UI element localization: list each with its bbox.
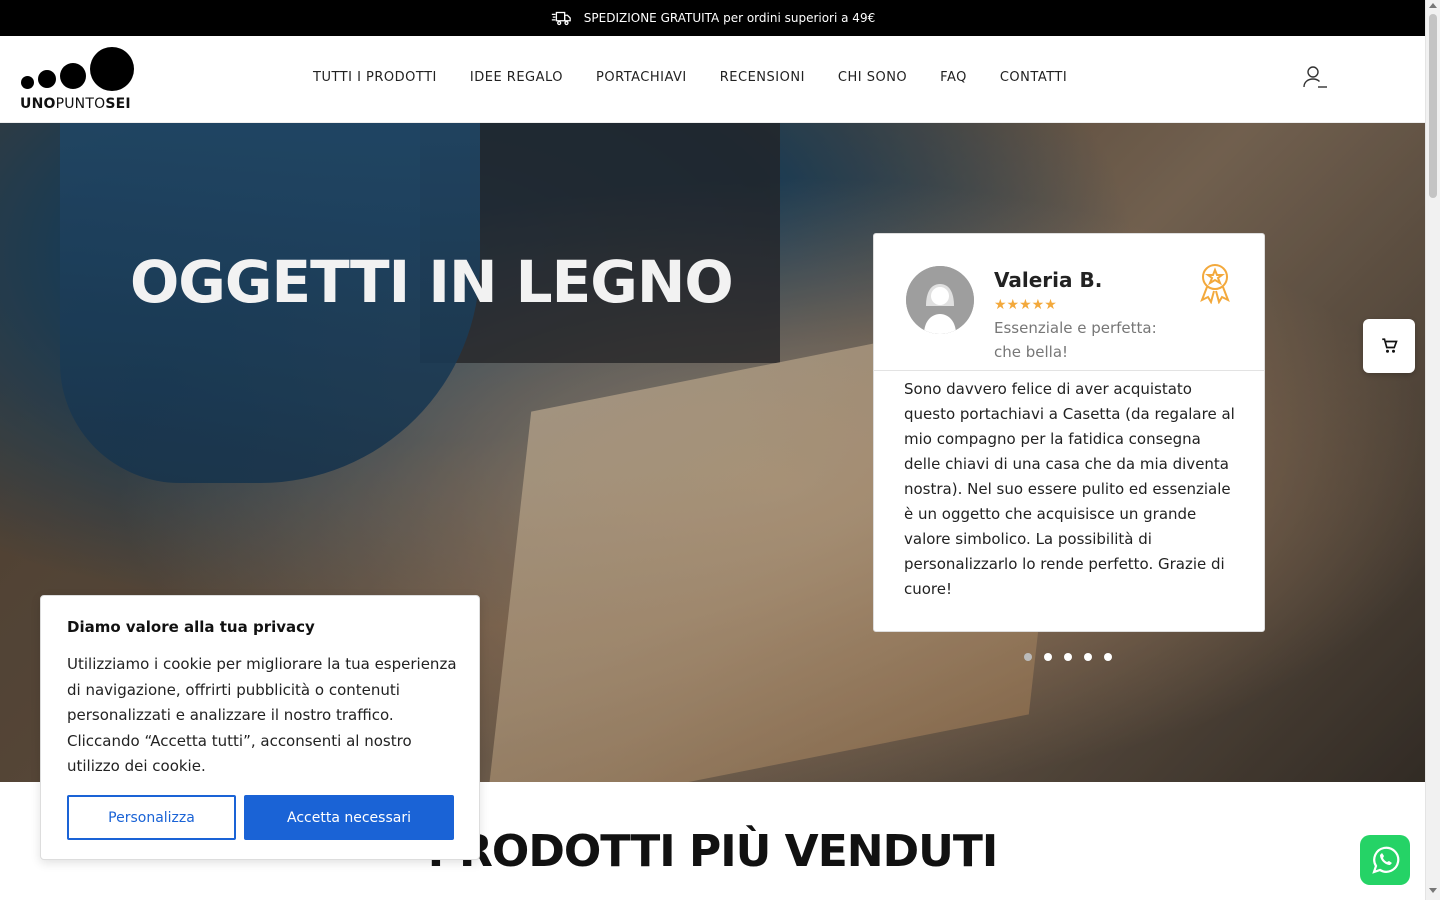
nav-item-recensioni[interactable]: RECENSIONI <box>720 70 805 85</box>
site-header: UNOPUNTOSEI TUTTI I PRODOTTI IDEE REGALO… <box>0 36 1425 123</box>
cart-icon <box>1382 338 1398 353</box>
announcement-bar: SPEDIZIONE GRATUITA per ordini superiori… <box>0 0 1425 36</box>
slider-dot-4[interactable] <box>1084 653 1092 661</box>
review-title: Essenziale e perfetta: che bella! <box>994 319 1157 361</box>
nav-item-chi-sono[interactable]: CHI SONO <box>838 70 907 85</box>
main-nav: TUTTI I PRODOTTI IDEE REGALO PORTACHIAVI… <box>313 70 1067 85</box>
nav-item-idee-regalo[interactable]: IDEE REGALO <box>470 70 563 85</box>
logo-wordmark: UNOPUNTOSEI <box>20 96 131 112</box>
nav-item-contatti[interactable]: CONTATTI <box>1000 70 1067 85</box>
scrollbar-thumb[interactable] <box>1429 14 1437 198</box>
rating-stars: ★★★★★ <box>994 297 1057 313</box>
nav-item-tutti-i-prodotti[interactable]: TUTTI I PRODOTTI <box>313 70 437 85</box>
whatsapp-icon <box>1372 846 1400 874</box>
nav-item-faq[interactable]: FAQ <box>940 70 967 85</box>
cookie-title: Diamo valore alla tua privacy <box>67 618 315 636</box>
logo-dots <box>20 46 140 92</box>
reviewer-name: Valeria B. <box>994 268 1103 292</box>
announcement-text: SPEDIZIONE GRATUITA per ordini superiori… <box>583 11 876 25</box>
slider-dot-3[interactable] <box>1064 653 1072 661</box>
slider-dot-2[interactable] <box>1044 653 1052 661</box>
accept-necessary-button[interactable]: Accetta necessari <box>244 795 454 840</box>
slider-dot-5[interactable] <box>1104 653 1112 661</box>
avatar <box>906 266 974 334</box>
user-icon[interactable] <box>1302 64 1328 90</box>
slider-dot-1[interactable] <box>1024 653 1032 661</box>
review-body: Sono davvero felice di aver acquistato q… <box>904 380 1235 598</box>
award-ribbon-icon <box>1200 264 1230 304</box>
review-header: Valeria B. ★★★★★ Essenziale e perfetta: … <box>874 234 1264 371</box>
scroll-up-arrow-icon[interactable] <box>1429 3 1437 8</box>
shipping-icon <box>551 11 571 26</box>
cookie-consent-panel: Diamo valore alla tua privacy Utilizziam… <box>40 595 480 860</box>
scroll-down-arrow-icon[interactable] <box>1429 888 1437 893</box>
slider-pagination <box>1024 653 1112 661</box>
page-scrollbar[interactable] <box>1425 0 1440 900</box>
site-logo[interactable]: UNOPUNTOSEI <box>20 46 140 114</box>
review-card: Valeria B. ★★★★★ Essenziale e perfetta: … <box>873 233 1265 632</box>
hero-title: OGGETTI IN LEGNO <box>130 248 734 316</box>
nav-item-portachiavi[interactable]: PORTACHIAVI <box>596 70 687 85</box>
cookie-text: Utilizziamo i cookie per migliorare la t… <box>67 655 457 775</box>
floating-cart-button[interactable] <box>1363 319 1415 373</box>
customize-button[interactable]: Personalizza <box>67 795 236 840</box>
whatsapp-button[interactable] <box>1360 835 1410 885</box>
